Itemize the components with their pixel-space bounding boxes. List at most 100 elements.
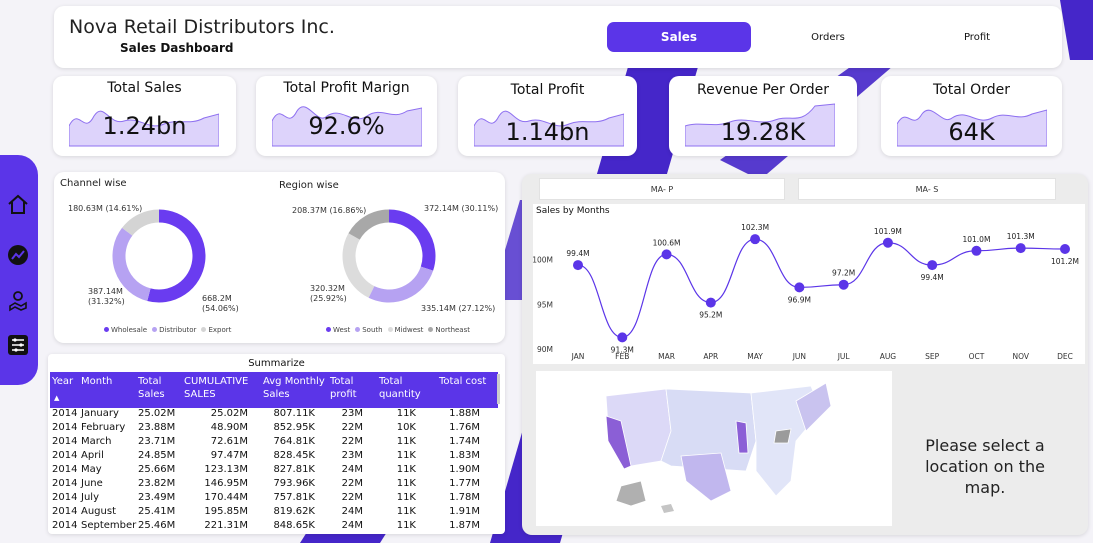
data-point[interactable] bbox=[1015, 243, 1026, 254]
data-point[interactable] bbox=[573, 260, 583, 271]
col-avg-monthly-sales[interactable]: Avg Monthly Sales bbox=[263, 375, 331, 401]
sales-by-months-chart[interactable]: 100M95M90M99.4MJAN91.3MFEB100.6MMAR95.2M… bbox=[533, 204, 1085, 364]
kpi-total-profit: Total Profit 1.14bn bbox=[458, 76, 637, 156]
legend-item-midwest[interactable]: Midwest bbox=[387, 326, 423, 334]
map-gray-state bbox=[773, 428, 792, 444]
data-point[interactable] bbox=[617, 332, 628, 343]
legend-item-south[interactable]: South bbox=[355, 326, 383, 334]
data-point[interactable] bbox=[794, 282, 805, 293]
region-slice-northeast[interactable] bbox=[348, 209, 390, 240]
table-row[interactable]: 2014 September 25.46M 221.31M 848.65K 24M 11K 1… bbox=[50, 520, 498, 534]
sort-arrow-icon[interactable]: ▲ bbox=[54, 392, 59, 405]
channel-slice-distributor[interactable] bbox=[112, 227, 151, 301]
table-cell: 23.88M bbox=[138, 422, 176, 433]
table-cell: July bbox=[81, 492, 99, 503]
legend-item-distributor[interactable]: Distributor bbox=[152, 326, 196, 334]
tab-profit[interactable]: Profit bbox=[904, 22, 1050, 52]
table-cell: 807.11K bbox=[273, 408, 315, 419]
tab-sales[interactable]: Sales bbox=[607, 22, 751, 52]
sidebar-nav bbox=[0, 155, 38, 385]
data-point[interactable] bbox=[838, 279, 849, 290]
filter-ma-p[interactable]: MA- P bbox=[539, 178, 785, 200]
table-cell: 146.95M bbox=[204, 478, 248, 489]
table-cell: 1.74M bbox=[449, 436, 480, 447]
data-point[interactable] bbox=[661, 249, 672, 260]
table-row[interactable]: 2014 March 23.71M 72.61M 764.81K 22M 11K 1.74M bbox=[50, 436, 498, 450]
table-cell: 23M bbox=[341, 450, 363, 461]
legend-item-wholesale[interactable]: Wholesale bbox=[104, 326, 147, 334]
line-chart-panel: Sales by Months 100M 95M 90M 99.4M JAN 91.3M F… bbox=[533, 204, 1085, 364]
col-month[interactable]: Month bbox=[81, 375, 112, 388]
map-pin-icon[interactable] bbox=[6, 288, 30, 312]
y-tick-label: 100M bbox=[533, 256, 553, 265]
table-cell: 757.81K bbox=[273, 492, 315, 503]
home-icon[interactable] bbox=[6, 193, 30, 217]
col-total-profit[interactable]: Total profit bbox=[330, 375, 364, 401]
x-tick-label: MAY bbox=[747, 352, 763, 361]
table-header: Year ▲ Month Total Sales CUMULATIVE SALE… bbox=[50, 372, 498, 408]
legend-item-northeast[interactable]: Northeast bbox=[428, 326, 470, 334]
table-cell: 1.83M bbox=[449, 450, 480, 461]
y-tick-label: 95M bbox=[537, 300, 553, 309]
data-point[interactable] bbox=[705, 297, 716, 308]
table-cell: 1.91M bbox=[449, 506, 480, 517]
col-year[interactable]: Year bbox=[52, 375, 73, 388]
kpi-label: Total Sales bbox=[107, 80, 182, 96]
x-tick-label: FEB bbox=[615, 352, 629, 361]
table-cell: August bbox=[81, 506, 116, 517]
x-tick-label: APR bbox=[703, 352, 718, 361]
table-row[interactable]: 2014 January 25.02M 25.02M 807.11K 23M 11K 1.88… bbox=[50, 408, 498, 422]
table-cell: March bbox=[81, 436, 112, 447]
channel-title: Channel wise bbox=[60, 178, 127, 189]
legend-item-west[interactable]: West bbox=[326, 326, 350, 334]
col-total-cost[interactable]: Total cost bbox=[439, 375, 486, 388]
table-row[interactable]: 2014 May 25.66M 123.13M 827.81K 24M 11K 1.90M bbox=[50, 464, 498, 478]
table-row[interactable]: 2014 August 25.41M 195.85M 819.62K 24M 11K 1.91… bbox=[50, 506, 498, 520]
table-row[interactable]: 2014 July 23.49M 170.44M 757.81K 22M 11K 1.78M bbox=[50, 492, 498, 506]
trend-icon[interactable] bbox=[6, 243, 30, 267]
region-slice-west[interactable] bbox=[388, 209, 436, 271]
region-slice-midwest[interactable] bbox=[342, 233, 375, 298]
region-title: Region wise bbox=[279, 180, 339, 191]
table-cell: 11K bbox=[396, 492, 416, 503]
table-row[interactable]: 2014 June 23.82M 146.95M 793.96K 22M 11K 1.77M bbox=[50, 478, 498, 492]
channel-slice-wholesale[interactable] bbox=[147, 209, 206, 303]
tab-orders[interactable]: Orders bbox=[754, 22, 902, 52]
data-point[interactable] bbox=[971, 245, 982, 256]
table-cell: 1.77M bbox=[449, 478, 480, 489]
x-tick-label: JUL bbox=[837, 352, 851, 361]
table-cell: September bbox=[81, 520, 137, 531]
kpi-total-order: Total Order 64K bbox=[881, 76, 1062, 156]
sales-line bbox=[577, 238, 1066, 338]
region-slice-south[interactable] bbox=[368, 266, 434, 303]
table-row[interactable]: 2014 April 24.85M 97.47M 828.45K 23M 11K 1.83M bbox=[50, 450, 498, 464]
sliders-icon[interactable] bbox=[6, 333, 30, 357]
kpi-revenue-per-order: Revenue Per Order 19.28K bbox=[669, 76, 857, 156]
data-point[interactable] bbox=[750, 234, 761, 245]
data-label: 97.2M bbox=[832, 269, 855, 278]
col-cumulative-sales[interactable]: CUMULATIVE SALES bbox=[184, 375, 256, 401]
table-cell: 2014 bbox=[52, 506, 78, 517]
summarize-panel: Summarize Year ▲ Month Total Sales CUMUL… bbox=[48, 354, 505, 534]
table-row[interactable]: 2014 February 23.88M 48.90M 852.95K 22M 10K 1.7… bbox=[50, 422, 498, 436]
col-total-sales[interactable]: Total Sales bbox=[138, 375, 172, 401]
table-scrollbar[interactable] bbox=[497, 374, 500, 404]
us-map[interactable] bbox=[536, 371, 892, 526]
x-tick-label: JAN bbox=[571, 352, 585, 361]
table-cell: 2014 bbox=[52, 478, 78, 489]
region-west-label: 372.14M (30.11%) bbox=[424, 204, 499, 213]
channel-slice-export[interactable] bbox=[122, 209, 160, 236]
region-south-label: 335.14M (27.12%) bbox=[421, 304, 496, 313]
table-cell: 2014 bbox=[52, 436, 78, 447]
data-point[interactable] bbox=[1060, 244, 1070, 254]
map-select-message: Please select a location on the map. bbox=[925, 436, 1045, 497]
data-point[interactable] bbox=[882, 237, 893, 248]
table-cell: 11K bbox=[396, 464, 416, 475]
col-total-quantity[interactable]: Total quantity bbox=[379, 375, 425, 401]
filter-ma-s[interactable]: MA- S bbox=[798, 178, 1056, 200]
x-tick-label: MAR bbox=[658, 352, 675, 361]
legend-item-export[interactable]: Export bbox=[201, 326, 231, 334]
data-point[interactable] bbox=[927, 260, 938, 271]
table-cell: 23.49M bbox=[138, 492, 176, 503]
x-tick-label: OCT bbox=[969, 352, 985, 361]
